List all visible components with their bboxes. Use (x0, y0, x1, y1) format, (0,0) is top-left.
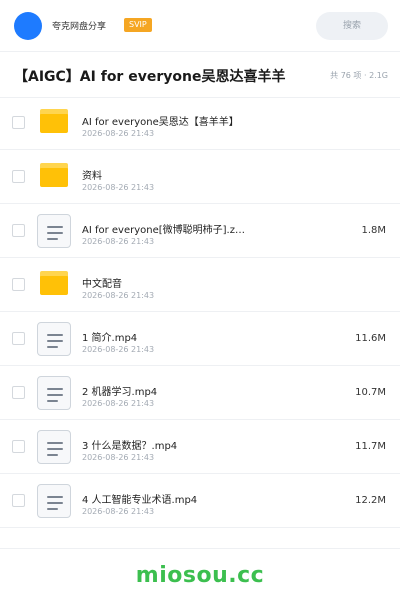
list-item[interactable]: 2 机器学习.mp4 2026-08-26 21:43 10.7M (0, 366, 400, 420)
select-checkbox[interactable] (12, 170, 25, 183)
page-title: 【AIGC】AI for everyone吴恩达喜羊羊 (14, 69, 286, 85)
file-list: AI for everyone吴恩达【喜羊羊】 2026-08-26 21:43… (0, 96, 400, 528)
select-checkbox[interactable] (12, 332, 25, 345)
file-name[interactable]: 1 简介.mp4 (82, 329, 137, 344)
select-checkbox[interactable] (12, 494, 25, 507)
select-checkbox[interactable] (12, 386, 25, 399)
file-name[interactable]: 3 什么是数据？.mp4 (82, 437, 177, 452)
file-size: 10.7M (355, 387, 386, 398)
list-item[interactable]: AI for everyone吴恩达【喜羊羊】 2026-08-26 21:43 (0, 96, 400, 150)
file-size: 11.7M (355, 441, 386, 452)
folder-icon (40, 163, 68, 187)
file-name[interactable]: 2 机器学习.mp4 (82, 383, 157, 398)
file-name[interactable]: AI for everyone[微博聪明柿子].z… (82, 221, 245, 236)
folder-icon (40, 109, 68, 133)
folder-icon (40, 271, 68, 295)
file-date: 2026-08-26 21:43 (82, 399, 155, 408)
file-icon (37, 214, 71, 248)
select-checkbox[interactable] (12, 116, 25, 129)
file-date: 2026-08-26 21:43 (82, 453, 155, 462)
file-date: 2026-08-26 21:43 (82, 291, 155, 300)
select-checkbox[interactable] (12, 440, 25, 453)
file-size: 1.8M (361, 225, 386, 236)
file-name[interactable]: 资料 (82, 167, 102, 182)
list-item[interactable]: 资料 2026-08-26 21:43 (0, 150, 400, 204)
search-input[interactable]: 搜索 (316, 12, 388, 40)
file-icon (37, 430, 71, 464)
list-item[interactable]: 1 简介.mp4 2026-08-26 21:43 11.6M (0, 312, 400, 366)
file-name[interactable]: AI for everyone吴恩达【喜羊羊】 (82, 113, 239, 128)
file-name[interactable]: 中文配音 (82, 275, 122, 290)
list-item[interactable]: 4 人工智能专业术语.mp4 2026-08-26 21:43 12.2M (0, 474, 400, 528)
file-icon (37, 484, 71, 518)
select-checkbox[interactable] (12, 278, 25, 291)
file-date: 2026-08-26 21:43 (82, 345, 155, 354)
file-icon (37, 376, 71, 410)
watermark: miosou.cc (135, 563, 265, 588)
file-date: 2026-08-26 21:43 (82, 129, 155, 138)
file-name[interactable]: 4 人工智能专业术语.mp4 (82, 491, 197, 506)
file-date: 2026-08-26 21:43 (82, 507, 155, 516)
avatar[interactable] (14, 12, 42, 40)
file-date: 2026-08-26 21:43 (82, 183, 155, 192)
share-meta: 共 76 项 · 2.1G (330, 71, 388, 80)
list-item[interactable]: 中文配音 2026-08-26 21:43 (0, 258, 400, 312)
list-item[interactable]: 3 什么是数据？.mp4 2026-08-26 21:43 11.7M (0, 420, 400, 474)
share-title-bar: 【AIGC】AI for everyone吴恩达喜羊羊 共 76 项 · 2.1… (0, 52, 400, 98)
select-checkbox[interactable] (12, 224, 25, 237)
file-date: 2026-08-26 21:43 (82, 237, 155, 246)
file-size: 11.6M (355, 333, 386, 344)
file-icon (37, 322, 71, 356)
header: 夸克网盘分享 SVIP 搜索 (0, 0, 400, 52)
footer: miosou.cc (0, 548, 400, 600)
file-size: 12.2M (355, 495, 386, 506)
brand-label: 夸克网盘分享 (52, 22, 107, 32)
svip-badge: SVIP (124, 18, 152, 32)
list-item[interactable]: AI for everyone[微博聪明柿子].z… 2026-08-26 21… (0, 204, 400, 258)
